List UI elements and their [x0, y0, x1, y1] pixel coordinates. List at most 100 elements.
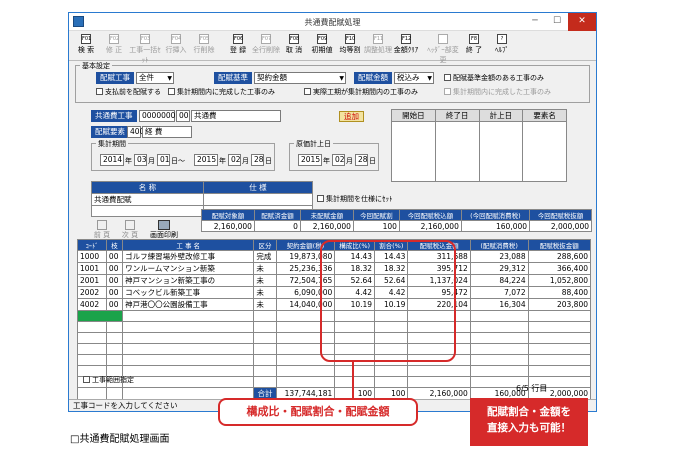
toolbar-label: 行削除 — [193, 46, 215, 54]
table-cell[interactable]: 完成 — [253, 250, 277, 263]
table-cell[interactable]: 16,304 — [469, 298, 529, 311]
table-cell[interactable]: 神戸マンション新築工事の — [122, 274, 255, 287]
column-header: 区分 — [253, 239, 277, 251]
from-month[interactable]: 03 — [134, 154, 147, 166]
toolbar-button-8[interactable]: F09 初期値 — [308, 33, 336, 59]
table-cell[interactable]: 未 — [253, 262, 277, 275]
note-line-1: 配賦割合・金額を — [487, 406, 571, 418]
table-cell[interactable]: コベックビル新築工事 — [122, 286, 255, 299]
summary-header: 今回配賦税抜額 — [529, 209, 592, 221]
table-cell[interactable]: 4002 — [77, 298, 107, 311]
table-cell[interactable]: 00 — [105, 298, 124, 311]
month-unit: 月 — [242, 157, 249, 165]
table-cell[interactable]: ワンルームマンション新築 — [122, 262, 255, 275]
table-cell[interactable]: 366,400 — [527, 262, 592, 275]
table-cell[interactable]: ゴルフ練習場外壁改修工事 — [122, 250, 255, 263]
toolbar-button-2[interactable]: F03 工事一括ｾｯﾄ — [128, 33, 162, 64]
post-day[interactable]: 28 — [355, 154, 368, 166]
post-year[interactable]: 2015 — [298, 154, 322, 166]
column-header: 枝 — [105, 239, 124, 251]
toolbar-button-1[interactable]: F02 修 正 — [100, 33, 128, 59]
history-table: 開始日 終了日 計上日 要素名 — [391, 109, 567, 182]
table-cell[interactable]: 00 — [105, 262, 124, 275]
day-unit: 日 — [369, 157, 376, 165]
print-screen-button[interactable]: 画面印刷 — [149, 220, 179, 240]
toolbar-button-13[interactable]: F8 終 了 — [460, 33, 488, 59]
prev-page-button[interactable]: 前 頁 — [91, 220, 113, 240]
table-cell[interactable]: 2001 — [77, 274, 107, 287]
table-cell[interactable]: 84,224 — [469, 274, 529, 287]
next-page-button[interactable]: 次 頁 — [119, 220, 141, 240]
toolbar-button-5[interactable]: F06 登 録 — [224, 33, 252, 59]
empty-row[interactable] — [77, 365, 592, 377]
basis-select[interactable]: 契約金額 ▼ — [254, 72, 346, 84]
table-cell[interactable]: 1000 — [77, 250, 107, 263]
toolbar-label: 検 索 — [77, 46, 95, 54]
minimize-button[interactable]: ─ — [524, 13, 546, 31]
table-cell[interactable]: 未 — [253, 298, 277, 311]
item-code-field[interactable]: 400 — [127, 126, 144, 138]
toolbar-button-3[interactable]: F04 行挿入 — [162, 33, 190, 59]
empty-row[interactable] — [77, 376, 592, 388]
table-cell[interactable]: 29,312 — [469, 262, 529, 275]
amount-select[interactable]: 税込み ▼ — [394, 72, 434, 84]
table-cell[interactable]: 1,052,800 — [527, 274, 592, 287]
summary-value: 2,160,000 — [299, 220, 354, 232]
to-day[interactable]: 28 — [251, 154, 264, 166]
table-cell[interactable]: 1001 — [77, 262, 107, 275]
history-header: 開始日 — [391, 109, 436, 122]
set-period-checkbox[interactable]: 集計期間を仕様にｾｯﾄ — [317, 195, 393, 204]
toolbar-button-7[interactable]: F08 取 消 — [280, 33, 308, 59]
callout-label: 構成比・配賦割合・配賦金額 — [218, 398, 418, 426]
table-cell[interactable]: 203,800 — [527, 298, 592, 311]
toolbar-button-0[interactable]: F01 検 索 — [72, 33, 100, 59]
name-cell[interactable]: 共通費配賦 — [91, 193, 204, 206]
toolbar-button-6[interactable]: F07 全行削除 — [252, 33, 280, 59]
target-label: 配賦工事 — [96, 72, 134, 84]
function-key-icon: F04 — [171, 34, 182, 44]
table-cell[interactable]: 88,400 — [527, 286, 592, 299]
table-cell[interactable]: 2002 — [77, 286, 107, 299]
common-sub-field[interactable]: 00 — [176, 110, 190, 122]
table-cell[interactable]: 7,072 — [469, 286, 529, 299]
period-completed-checkbox[interactable]: 集計期間内に完成した工事のみ — [168, 88, 275, 97]
table-cell[interactable]: 288,600 — [527, 250, 592, 263]
toolbar-button-12[interactable]: ﾍｯﾀﾞｰ部変更 — [426, 33, 460, 64]
target-select[interactable]: 全件 ▼ — [136, 72, 174, 84]
completed-disabled-checkbox: 集計期間内に完成した工事のみ — [444, 88, 551, 97]
table-cell[interactable]: 23,088 — [469, 250, 529, 263]
from-day[interactable]: 01 — [157, 154, 170, 166]
range-checkbox[interactable]: 工事範囲指定 — [83, 376, 134, 385]
figure-caption: □共通費配賦処理画面 — [70, 434, 170, 445]
item-name-field[interactable]: 経 費 — [142, 126, 192, 138]
basis-only-checkbox[interactable]: 配賦基準金額のある工事のみ — [444, 74, 544, 83]
toolbar-button-14[interactable]: ? ﾍﾙﾌﾟ — [488, 33, 516, 59]
close-button[interactable]: ✕ — [568, 13, 596, 31]
common-label: 共通費工事 — [91, 110, 137, 122]
spec-cell[interactable] — [203, 193, 313, 206]
actual-period-checkbox[interactable]: 実際工期が集計期間内の工事のみ — [304, 88, 418, 97]
to-month[interactable]: 02 — [228, 154, 241, 166]
post-month[interactable]: 02 — [332, 154, 345, 166]
table-cell[interactable]: 神戸港〇〇公園設備工事 — [122, 298, 255, 311]
paid-checkbox[interactable]: 支払前を配賦する — [96, 88, 161, 97]
common-name-field[interactable]: 共通費 — [191, 110, 281, 122]
common-code-field[interactable]: 0000000 — [139, 110, 175, 122]
toolbar-button-4[interactable]: F05 行削除 — [190, 33, 218, 59]
from-year[interactable]: 2014 — [100, 154, 124, 166]
table-cell[interactable]: 00 — [105, 286, 124, 299]
toolbar-button-9[interactable]: F10 均等割 — [336, 33, 364, 59]
function-key-icon: F8 — [469, 34, 479, 44]
summary-value: 2,160,000 — [201, 220, 255, 232]
toolbar-button-10[interactable]: F11 調整処理 — [364, 33, 392, 59]
maximize-button[interactable]: ☐ — [546, 13, 568, 31]
table-cell[interactable]: 未 — [253, 286, 277, 299]
history-header: 終了日 — [434, 109, 480, 122]
summary-value: 160,000 — [460, 220, 531, 232]
table-cell[interactable]: 未 — [253, 274, 277, 287]
table-cell[interactable]: 00 — [105, 274, 124, 287]
post-date-label: 原価計上日 — [294, 139, 333, 149]
table-cell[interactable]: 00 — [105, 250, 124, 263]
toolbar-button-11[interactable]: F12 金額ｸﾘｱ — [392, 33, 420, 59]
to-year[interactable]: 2015 — [194, 154, 218, 166]
